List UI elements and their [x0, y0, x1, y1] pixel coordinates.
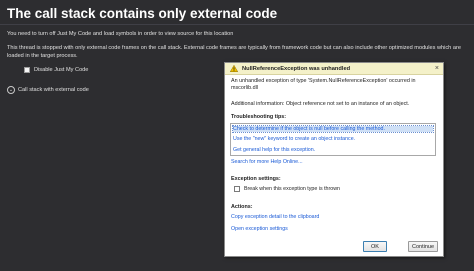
tip-link[interactable]: Check to determine if the object is null… [232, 125, 434, 133]
call-stack-label: Call stack with external code [18, 87, 89, 93]
search-help-online-link[interactable]: Search for more Help Online... [231, 159, 303, 165]
popup-header: NullReferenceException was unhandled [225, 63, 443, 75]
troubleshooting-tips-list: Check to determine if the object is null… [230, 123, 436, 156]
description-text: This thread is stopped with only externa… [7, 45, 461, 59]
additional-information: Additional information: Object reference… [231, 101, 410, 107]
disable-just-my-code-label: Disable Just My Code [34, 67, 89, 73]
warning-icon [230, 65, 238, 72]
break-on-throw-option[interactable]: Break when this exception type is thrown [234, 186, 340, 192]
tip-link[interactable]: Use the "new" keyword to create an objec… [233, 136, 433, 142]
continue-button[interactable]: Continue [408, 241, 438, 252]
exception-settings-heading: Exception settings: [231, 176, 281, 182]
exception-message: An unhandled exception of type 'System.N… [231, 78, 416, 92]
call-stack-expander[interactable]: ⌄ Call stack with external code [7, 86, 89, 94]
exception-helper-popup: NullReferenceException was unhandled × A… [224, 62, 444, 257]
close-icon[interactable]: × [435, 65, 439, 72]
title-divider [0, 24, 474, 25]
disable-just-my-code-checkbox[interactable] [24, 67, 30, 73]
disable-just-my-code-option[interactable]: Disable Just My Code [24, 67, 88, 73]
popup-title: NullReferenceException was unhandled [242, 65, 351, 72]
intro-text: You need to turn off Just My Code and lo… [7, 31, 234, 37]
page-title: The call stack contains only external co… [7, 6, 278, 21]
ok-button[interactable]: OK [363, 241, 387, 252]
break-on-throw-label: Break when this exception type is thrown [244, 186, 340, 192]
break-on-throw-checkbox[interactable] [234, 186, 240, 192]
troubleshooting-tips-heading: Troubleshooting tips: [231, 114, 287, 120]
open-exception-settings-link[interactable]: Open exception settings [231, 226, 288, 232]
chevron-icon[interactable]: ⌄ [7, 86, 15, 94]
tip-link[interactable]: Get general help for this exception. [233, 147, 433, 153]
actions-heading: Actions: [231, 204, 253, 210]
copy-exception-detail-link[interactable]: Copy exception detail to the clipboard [231, 214, 319, 220]
